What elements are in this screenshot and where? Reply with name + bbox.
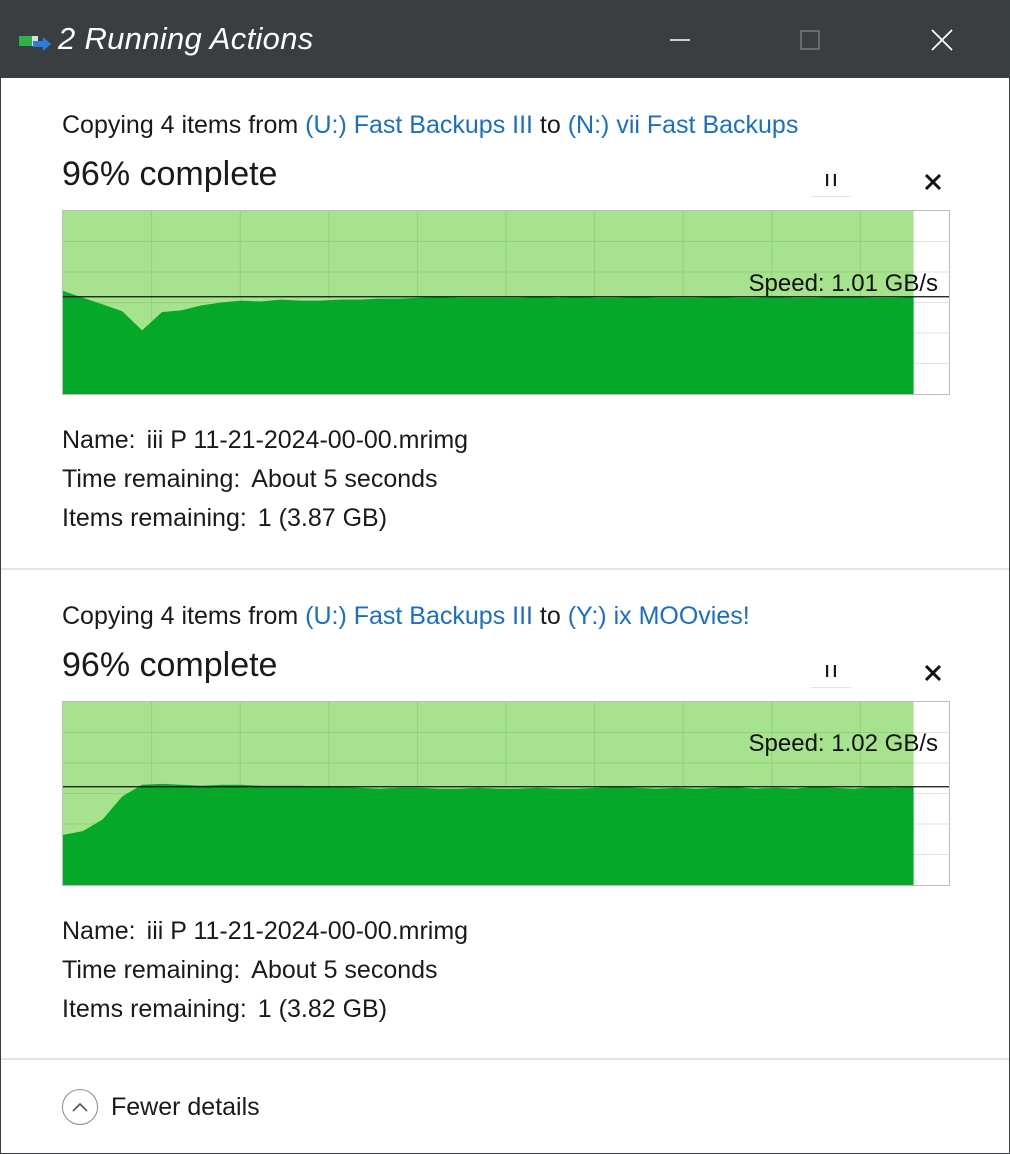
copy-operation-icon: [19, 36, 51, 51]
close-icon: [924, 173, 942, 191]
copy-description: Copying 4 items from (U:) Fast Backups I…: [62, 111, 798, 140]
file-name-row: Name: iii P 11-21-2024-00-00.mrimg: [62, 917, 468, 946]
destination-link[interactable]: (N:) vii Fast Backups: [568, 111, 799, 139]
name-label: Name:: [62, 426, 136, 454]
name-label: Name:: [62, 917, 136, 945]
name-value: iii P 11-21-2024-00-00.mrimg: [146, 426, 469, 454]
footer: Fewer details: [1, 1060, 1009, 1153]
fewer-details-link[interactable]: Fewer details: [111, 1093, 260, 1122]
time-remaining-row: Time remaining: About 5 seconds: [62, 956, 438, 985]
copy-connector: to: [532, 111, 568, 139]
copy-description: Copying 4 items from (U:) Fast Backups I…: [62, 602, 750, 631]
speed-graph-canvas: [63, 211, 949, 394]
items-remaining-row: Items remaining: 1 (3.82 GB): [62, 995, 387, 1024]
close-icon: [931, 28, 953, 51]
items-remaining-label: Items remaining:: [62, 504, 247, 532]
file-name-row: Name: iii P 11-21-2024-00-00.mrimg: [62, 426, 468, 455]
pause-icon: [826, 173, 836, 186]
chevron-up-icon: [72, 1102, 88, 1112]
speed-label: Speed: 1.02 GB/s: [748, 730, 938, 757]
copy-progress-window: 2 Running Actions Copying 4 items from (…: [0, 0, 1010, 1154]
copy-operation-panel: Copying 4 items from (U:) Fast Backups I…: [1, 79, 1009, 568]
time-remaining-value: About 5 seconds: [251, 956, 438, 984]
speed-label: Speed: 1.01 GB/s: [748, 270, 938, 297]
close-button[interactable]: [877, 1, 1007, 78]
minimize-button[interactable]: [615, 1, 745, 78]
close-icon: [924, 664, 942, 682]
fewer-details-toggle[interactable]: [62, 1089, 98, 1125]
transfer-speed-graph: Speed: 1.01 GB/s: [62, 210, 950, 395]
window-title: 2 Running Actions: [58, 21, 314, 56]
copy-connector: to: [532, 602, 568, 630]
items-remaining-value: 1 (3.82 GB): [257, 995, 388, 1023]
speed-area: [63, 783, 914, 885]
pause-button[interactable]: [811, 654, 851, 688]
time-remaining-value: About 5 seconds: [251, 465, 438, 493]
cancel-operation-button[interactable]: [913, 165, 953, 199]
time-remaining-row: Time remaining: About 5 seconds: [62, 465, 438, 494]
time-remaining-label: Time remaining:: [62, 956, 241, 984]
copy-prefix: Copying 4 items from: [62, 602, 306, 630]
items-remaining-label: Items remaining:: [62, 995, 247, 1023]
source-link[interactable]: (U:) Fast Backups III: [305, 111, 533, 139]
cancel-operation-button[interactable]: [913, 656, 953, 690]
pause-button[interactable]: [811, 163, 851, 197]
copy-operation-panel: Copying 4 items from (U:) Fast Backups I…: [1, 570, 1009, 1058]
maximize-icon: [800, 29, 820, 50]
items-remaining-value: 1 (3.87 GB): [257, 504, 388, 532]
minimize-icon: [670, 38, 690, 41]
pause-icon: [826, 664, 836, 677]
name-value: iii P 11-21-2024-00-00.mrimg: [146, 917, 469, 945]
percent-complete: 96% complete: [62, 155, 278, 193]
percent-complete: 96% complete: [62, 646, 278, 684]
destination-link[interactable]: (Y:) ix MOOvies!: [568, 602, 750, 630]
source-link[interactable]: (U:) Fast Backups III: [305, 602, 533, 630]
items-remaining-row: Items remaining: 1 (3.87 GB): [62, 504, 387, 533]
transfer-speed-graph: Speed: 1.02 GB/s: [62, 701, 950, 886]
title-bar[interactable]: 2 Running Actions: [1, 1, 1009, 78]
copy-prefix: Copying 4 items from: [62, 111, 306, 139]
time-remaining-label: Time remaining:: [62, 465, 241, 493]
maximize-button[interactable]: [745, 1, 875, 78]
